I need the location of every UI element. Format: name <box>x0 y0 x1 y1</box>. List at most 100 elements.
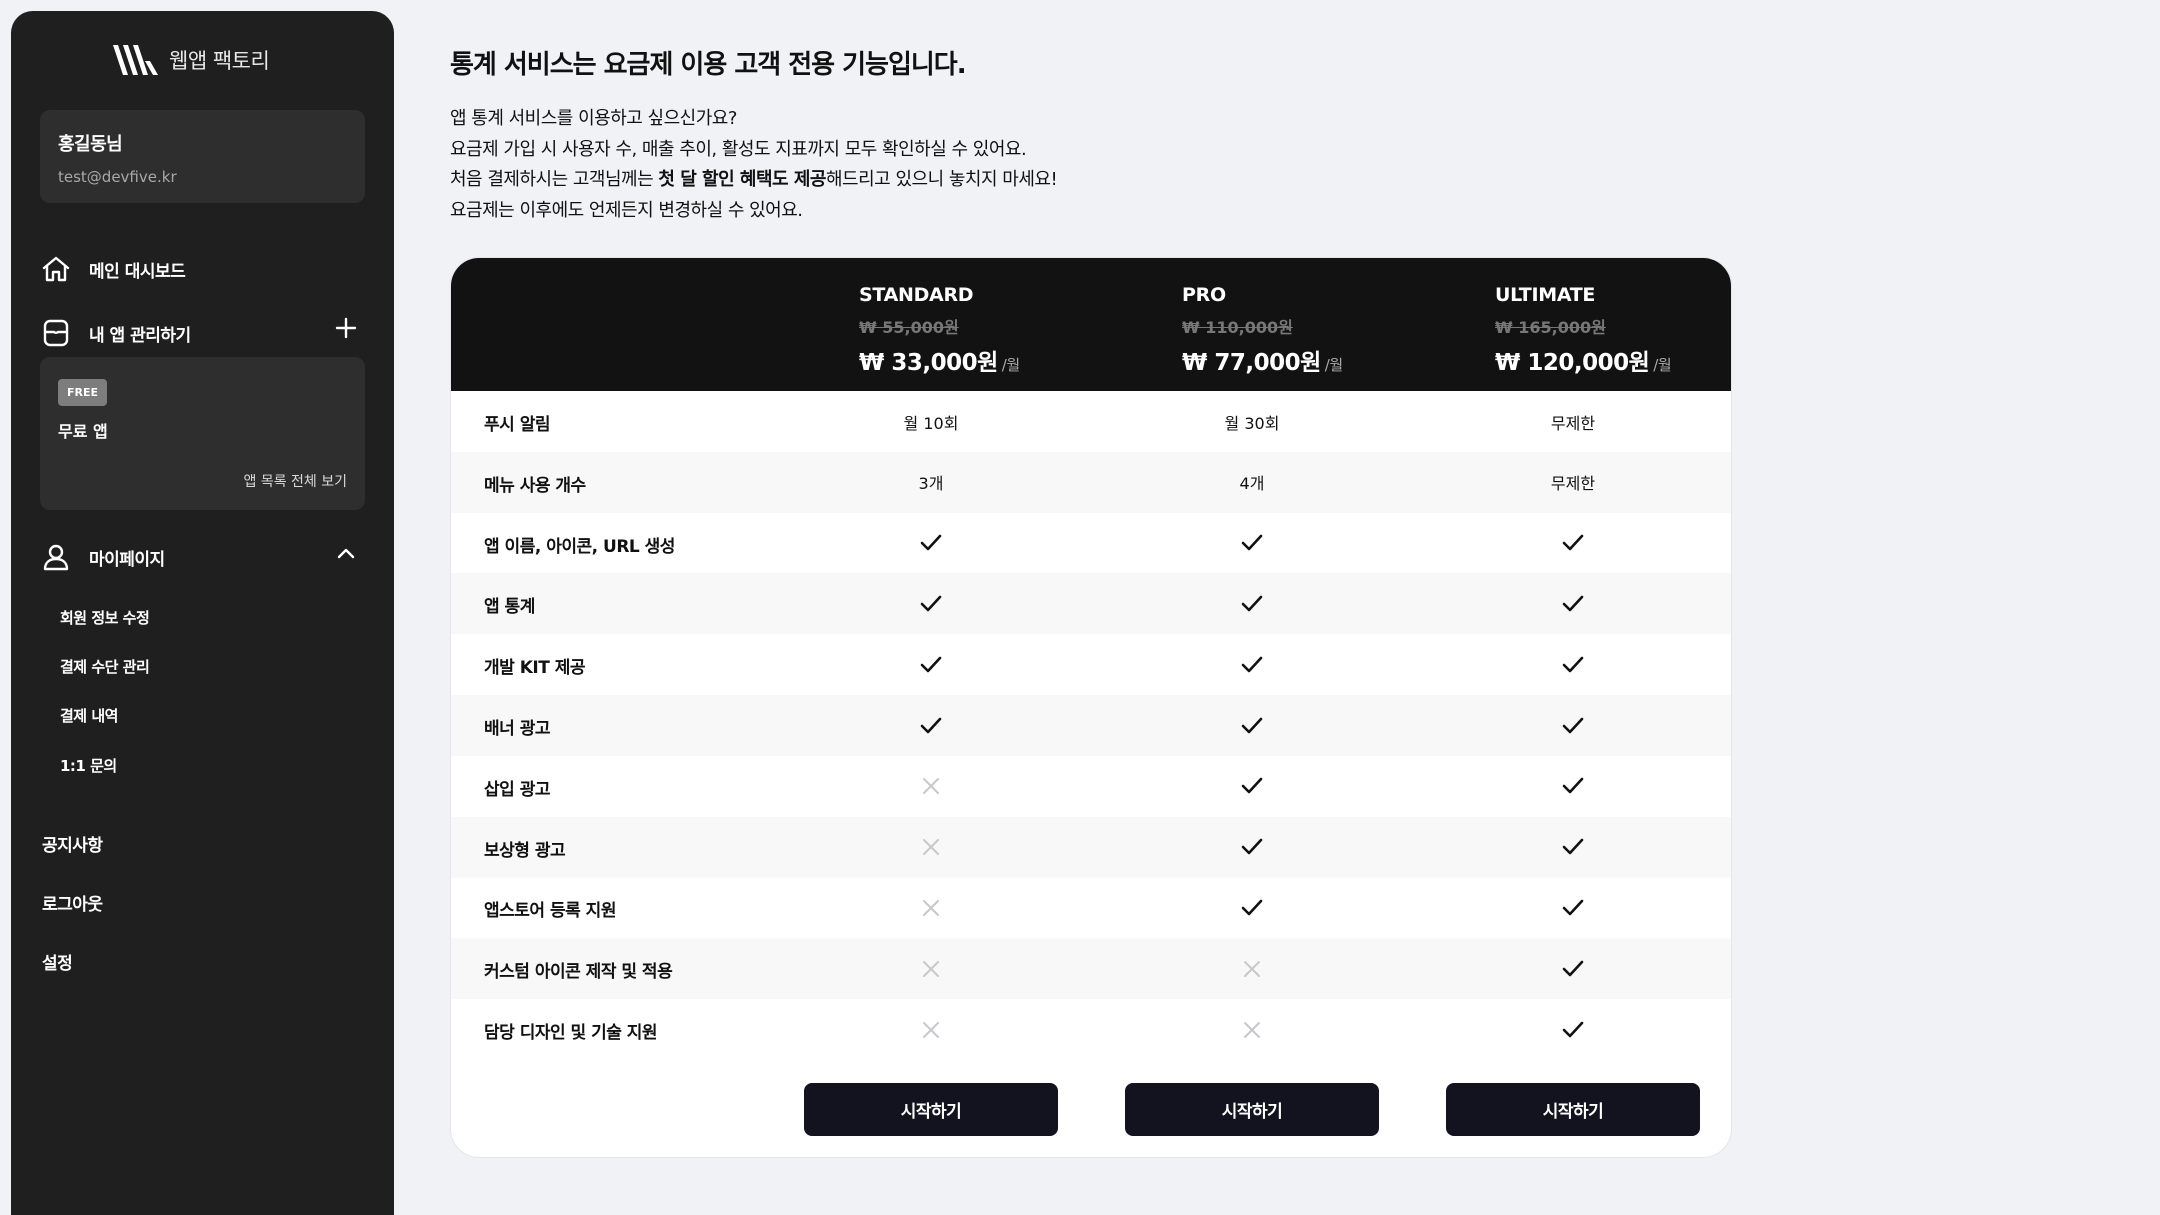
table-row: 담당 디자인 및 기술 지원 <box>451 999 1731 1060</box>
table-row: 보상형 광고 <box>451 816 1731 878</box>
check-icon <box>1241 595 1263 612</box>
mypage-item-payment-method[interactable]: 결제 수단 관리 <box>60 656 150 677</box>
nav-settings[interactable]: 설정 <box>42 949 73 974</box>
cross-icon <box>923 1021 939 1038</box>
app-box-icon <box>43 319 69 347</box>
nav-notice[interactable]: 공지사항 <box>42 831 103 856</box>
intro-line-post: 해드리고 있으니 놓치지 마세요! <box>826 169 1058 190</box>
feature-excluded <box>811 756 1051 817</box>
feature-label: 앱스토어 등록 지원 <box>484 901 616 922</box>
feature-included <box>1132 817 1372 878</box>
nav-mypage[interactable]: 마이페이지 <box>41 543 165 571</box>
table-row: 앱스토어 등록 지원 <box>451 877 1731 938</box>
nav-dashboard[interactable]: 메인 대시보드 <box>41 255 186 283</box>
feature-included <box>1453 877 1693 938</box>
feature-label: 커스텀 아이콘 제작 및 적용 <box>484 962 673 983</box>
plan-price-unit: /월 <box>1001 356 1020 374</box>
mypage-item-payment-history[interactable]: 결제 내역 <box>60 705 118 726</box>
plan-price: ₩ 120,000원/월 <box>1495 343 1672 377</box>
check-icon <box>1241 777 1263 794</box>
table-row: 개발 KIT 제공 <box>451 634 1731 695</box>
plan-price-unit: /월 <box>1653 356 1672 374</box>
check-icon <box>1562 656 1584 672</box>
table-row: 앱 이름, 아이콘, URL 생성 <box>451 513 1731 574</box>
pricing-header: STANDARD ₩ 55,000원 ₩ 33,000원/월 PRO ₩ 110… <box>451 258 1731 391</box>
feature-value: 무제한 <box>1550 474 1596 494</box>
page-title: 통계 서비스는 요금제 이용 고객 전용 기능입니다. <box>450 50 967 80</box>
intro-line: 앱 통계 서비스를 이용하고 싶으신가요? <box>450 108 737 129</box>
feature-label: 삽입 광고 <box>484 779 550 800</box>
feature-value: 월 30회 <box>1224 413 1280 433</box>
cross-icon <box>923 899 939 916</box>
plan-price-unit: /월 <box>1324 356 1343 374</box>
check-icon <box>1562 534 1584 551</box>
feature-included <box>1453 817 1693 878</box>
feature-included <box>1453 573 1693 634</box>
nav-mypage-label: 마이페이지 <box>89 549 165 570</box>
check-icon <box>920 595 942 612</box>
feature-value: 무제한 <box>1550 413 1596 433</box>
plan-ultimate: ULTIMATE ₩ 165,000원 ₩ 120,000원/월 <box>1495 284 1672 377</box>
plan-old-price: ₩ 110,000원 <box>1182 318 1293 337</box>
app-card[interactable]: FREE 무료 앱 앱 목록 전체 보기 <box>40 357 365 510</box>
feature-included <box>1132 573 1372 634</box>
start-standard-button[interactable]: 시작하기 <box>804 1083 1058 1136</box>
feature-included <box>811 573 1051 634</box>
nav-logout[interactable]: 로그아웃 <box>42 890 103 915</box>
chevron-up-icon[interactable] <box>335 545 357 561</box>
start-ultimate-button[interactable]: 시작하기 <box>1446 1083 1700 1136</box>
start-pro-button[interactable]: 시작하기 <box>1125 1083 1379 1136</box>
intro-text: 앱 통계 서비스를 이용하고 싶으신가요? 요금제 가입 시 사용자 수, 매출… <box>450 104 1058 226</box>
feature-included <box>1132 513 1372 574</box>
intro-line-bold: 첫 달 할인 혜택도 제공 <box>658 169 826 190</box>
pricing-table: STANDARD ₩ 55,000원 ₩ 33,000원/월 PRO ₩ 110… <box>451 258 1731 1157</box>
feature-excluded <box>811 938 1051 999</box>
logo-icon <box>113 45 158 75</box>
feature-label: 배너 광고 <box>484 719 550 739</box>
table-row: 푸시 알림 월 10회 월 30회 무제한 <box>451 391 1731 452</box>
plan-price-value: ₩ 33,000원 <box>859 350 998 376</box>
add-app-plus-icon[interactable] <box>335 317 357 339</box>
plan-old-price: ₩ 165,000원 <box>1495 318 1606 337</box>
check-icon <box>1562 960 1584 976</box>
table-row: 배너 광고 <box>451 695 1731 756</box>
feature-included <box>1132 634 1372 695</box>
cross-icon <box>923 960 939 977</box>
feature-included <box>1453 695 1693 756</box>
logo[interactable]: 웹앱 팩토리 <box>111 43 270 77</box>
nav-my-apps-label: 내 앱 관리하기 <box>89 325 191 346</box>
feature-label: 개발 KIT 제공 <box>484 658 586 679</box>
cross-icon <box>1244 1021 1260 1038</box>
home-icon <box>42 256 70 282</box>
feature-included <box>811 634 1051 695</box>
feature-label: 앱 이름, 아이콘, URL 생성 <box>484 536 675 557</box>
plan-price-value: ₩ 120,000원 <box>1495 350 1650 376</box>
intro-line: 요금제는 이후에도 언제든지 변경하실 수 있어요. <box>450 199 803 221</box>
plan-name: STANDARD <box>859 284 974 306</box>
mypage-item-profile[interactable]: 회원 정보 수정 <box>60 607 150 628</box>
feature-value: 4개 <box>1239 474 1265 494</box>
plan-price: ₩ 33,000원/월 <box>859 343 1020 377</box>
nav-my-apps[interactable]: 내 앱 관리하기 <box>41 319 191 347</box>
logo-text: 웹앱 팩토리 <box>169 49 270 73</box>
view-all-apps-link[interactable]: 앱 목록 전체 보기 <box>243 471 347 491</box>
sidebar: 웹앱 팩토리 홍길동님 test@devfive.kr 메인 대시보드 내 앱 … <box>11 11 394 1215</box>
table-row: 삽입 광고 <box>451 756 1731 817</box>
feature-excluded <box>811 999 1051 1060</box>
intro-line-pre: 처음 결제하시는 고객님께는 <box>450 169 659 190</box>
feature-included <box>1132 756 1372 817</box>
free-badge: FREE <box>58 379 108 406</box>
feature-label: 푸시 알림 <box>484 415 550 435</box>
feature-included <box>811 513 1051 574</box>
feature-label: 보상형 광고 <box>484 840 566 861</box>
check-icon <box>1562 717 1584 733</box>
mypage-item-inquiry[interactable]: 1:1 문의 <box>60 755 117 776</box>
feature-included <box>1453 513 1693 574</box>
plan-price-value: ₩ 77,000원 <box>1182 350 1321 376</box>
check-icon <box>1562 777 1584 794</box>
user-name: 홍길동님 <box>58 134 123 155</box>
plan-pro: PRO ₩ 110,000원 ₩ 77,000원/월 <box>1182 284 1343 377</box>
feature-value: 월 10회 <box>903 413 959 433</box>
check-icon <box>1241 899 1263 916</box>
feature-included <box>1453 756 1693 817</box>
